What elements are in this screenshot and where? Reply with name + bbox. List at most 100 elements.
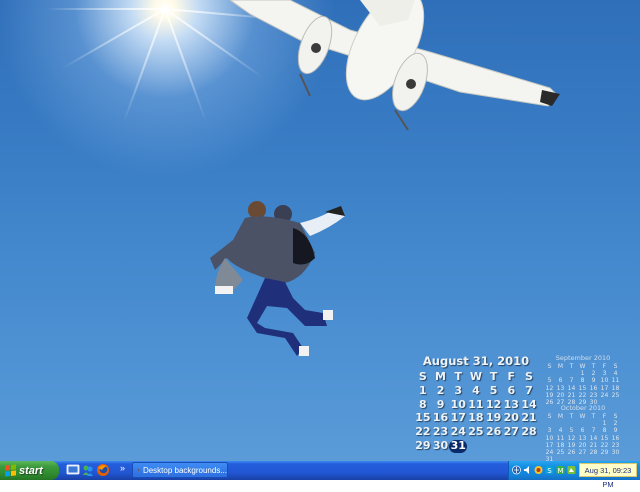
calendar-day: 22	[415, 425, 431, 439]
quicklaunch-overflow-chevron[interactable]: »	[120, 463, 125, 473]
calendar-day: 20	[503, 411, 519, 425]
calendar-day: 11	[468, 397, 484, 411]
calendar-day-today: 31	[449, 438, 468, 453]
calendar-day: 19	[567, 441, 576, 449]
calendar-day: 1	[580, 370, 585, 378]
calendar-day: 9	[591, 377, 596, 385]
calendar-day: 17	[600, 384, 609, 392]
messenger-tray-icon[interactable]: M	[556, 465, 565, 475]
firefox-icon[interactable]	[96, 463, 110, 477]
calendar-blank	[544, 420, 555, 427]
calendar-day: 18	[611, 384, 620, 392]
calendar-weekday: T	[454, 370, 462, 383]
calendar-weekday: W	[469, 370, 482, 383]
calendar-weekday: F	[602, 413, 607, 420]
calendar-day: 30	[611, 448, 620, 456]
calendar-blank	[588, 420, 599, 427]
calendar-weekday: S	[547, 413, 552, 420]
calendar-day: 7	[569, 377, 574, 385]
calendar-day: 2	[436, 383, 445, 397]
calendar-weekday: F	[507, 370, 516, 383]
windows-logo-icon	[5, 464, 16, 477]
calendar-day: 9	[436, 397, 445, 411]
speaker-icon[interactable]	[523, 465, 532, 475]
calendar-day: 15	[415, 411, 431, 425]
calendar-title: August 31, 2010	[422, 354, 530, 368]
calendar-day: 12	[485, 397, 502, 411]
show-desktop-icon[interactable]	[66, 463, 80, 477]
calendar-weekday: M	[557, 413, 564, 420]
app-tray-icon[interactable]	[567, 465, 576, 475]
taskbar-window-button[interactable]: Desktop backgrounds...	[132, 462, 228, 478]
calendar-weekday: T	[489, 370, 498, 383]
calendar-weekday: S	[418, 370, 427, 383]
calendar-weekday: S	[525, 370, 533, 383]
calendar-weekday: T	[591, 363, 596, 370]
calendar-next-month: September 2010 S M T W T F S 1 2 3 4 5 6 7 8 9 10 11 12 13 1…	[544, 354, 622, 406]
skydivers-image	[210, 201, 345, 356]
calendar-next-title: September 2010	[555, 354, 611, 362]
calendar-day: 11	[556, 434, 565, 442]
calendar-after-title: October 2010	[560, 404, 606, 412]
calendar-day: 20	[556, 391, 565, 399]
calendar-day: 8	[602, 427, 607, 435]
calendar-day: 14	[567, 384, 576, 392]
calendar-day: 11	[611, 377, 620, 385]
calendar-day: 14	[589, 434, 598, 442]
calendar-blank	[544, 370, 555, 377]
calendar-blank	[566, 370, 577, 377]
calendar-day: 18	[556, 441, 565, 449]
calendar-day: 12	[545, 384, 554, 392]
calendar-day: 16	[611, 434, 620, 442]
calendar-day: 26	[567, 448, 576, 456]
calendar-day: 4	[558, 427, 563, 435]
calendar-weekday: M	[435, 370, 446, 383]
sun-glare	[45, 8, 285, 123]
system-tray: S M Aug 31, 09:23 PM	[508, 461, 640, 489]
calendar-day: 8	[580, 377, 585, 385]
calendar-day: 13	[556, 384, 565, 392]
calendar-day: 6	[558, 377, 563, 385]
system-clock[interactable]: Aug 31, 09:23 PM	[579, 463, 637, 489]
calendar-day: 9	[613, 427, 618, 435]
calendar-day: 17	[450, 411, 466, 425]
calendar-blank	[555, 370, 566, 377]
calendar-day: 7	[525, 383, 533, 397]
calendar-blank	[577, 420, 588, 427]
calendar-day: 23	[611, 441, 620, 449]
network-icon[interactable]	[512, 465, 521, 475]
calendar-after-month: October 2010 S M T W T F S 1 2 3 4 5 6 7 8 9 10 11 12 13 14 1…	[544, 404, 622, 461]
calendar-day: 22	[600, 441, 609, 449]
calendar-day: 10	[545, 434, 554, 442]
messenger-icon[interactable]	[81, 463, 95, 477]
calendar-day: 2	[613, 420, 618, 428]
security-shield-icon[interactable]	[534, 465, 543, 475]
calendar-blank	[566, 420, 577, 427]
calendar-day: 18	[468, 411, 484, 425]
calendar-day: 13	[503, 397, 519, 411]
svg-text:S: S	[547, 467, 552, 475]
svg-text:M: M	[557, 467, 563, 475]
calendar-day: 5	[569, 427, 574, 435]
calendar-day: 5	[489, 383, 498, 397]
start-button[interactable]: start	[0, 461, 59, 480]
calendar-day: 20	[578, 441, 587, 449]
calendar-day: 28	[589, 448, 598, 456]
antivirus-icon[interactable]: S	[545, 465, 554, 475]
calendar-next-grid: S M T W T F S 1 2 3 4 5 6 7 8 9 10 11 12 13 14 15 16 17 18 19 20 21…	[544, 363, 622, 406]
calendar-day: 21	[567, 391, 576, 399]
calendar-day: 17	[545, 441, 554, 449]
calendar-day: 6	[580, 427, 585, 435]
calendar-day: 14	[521, 397, 537, 411]
calendar-day: 5	[547, 377, 552, 385]
calendar-day: 27	[503, 425, 519, 439]
calendar-day: 24	[450, 425, 466, 439]
calendar-day: 4	[472, 383, 480, 397]
taskbar-window-label: Desktop backgrounds...	[142, 465, 227, 475]
calendar-blank	[555, 420, 566, 427]
calendar-after-grid: S M T W T F S 1 2 3 4 5 6 7 8 9 10 11 12 13 14 15 16 17 18 19 20 21…	[544, 413, 622, 461]
calendar-day: 28	[521, 425, 537, 439]
calendar-day: 21	[521, 411, 537, 425]
calendar-day: 10	[450, 397, 466, 411]
calendar-day: 4	[613, 370, 618, 378]
